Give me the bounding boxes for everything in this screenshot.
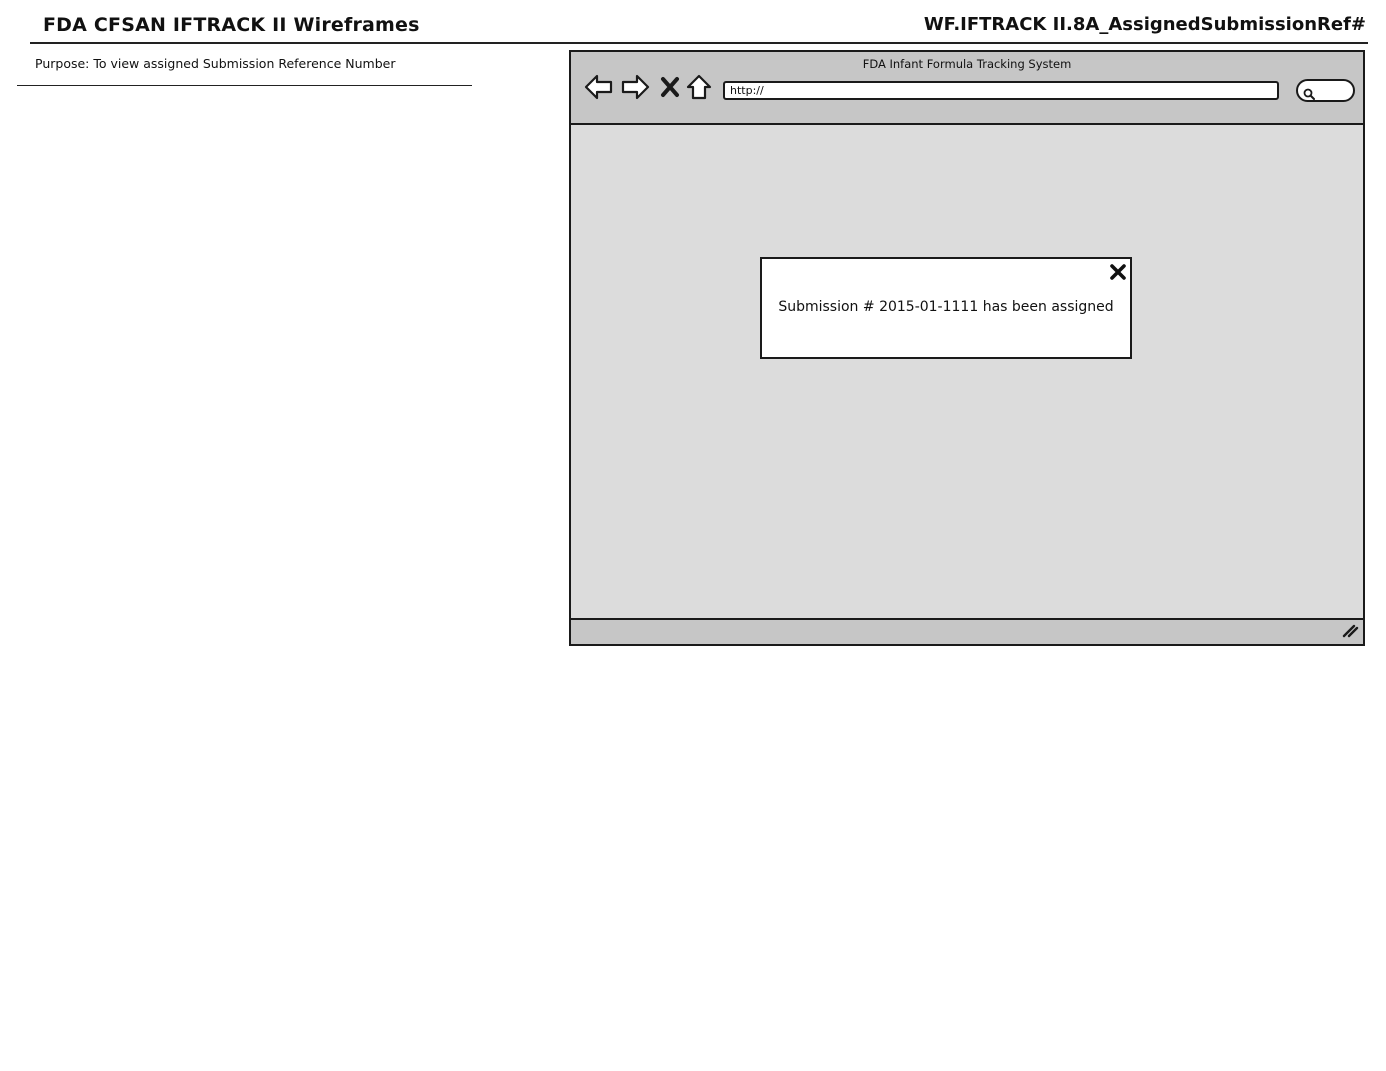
- header-divider: [30, 42, 1368, 44]
- forward-arrow-icon[interactable]: [619, 72, 651, 102]
- document-reference: WF.IFTRACK II.8A_AssignedSubmissionRef#: [923, 14, 1366, 35]
- resize-grip-icon[interactable]: [1341, 622, 1359, 642]
- search-button[interactable]: [1296, 79, 1355, 102]
- url-input[interactable]: http://: [723, 81, 1279, 100]
- browser-status-bar: [571, 618, 1363, 644]
- purpose-text: Purpose: To view assigned Submission Ref…: [35, 56, 396, 71]
- assignment-dialog: Submission # 2015-01-1111 has been assig…: [760, 257, 1132, 359]
- window-title: FDA Infant Formula Tracking System: [862, 57, 1072, 71]
- home-icon[interactable]: [683, 72, 715, 102]
- document-title: FDA CFSAN IFTRACK II Wireframes: [43, 14, 420, 36]
- search-icon: [1303, 85, 1315, 104]
- back-arrow-icon[interactable]: [583, 72, 615, 102]
- browser-window: FDA Infant Formula Tracking System http:…: [569, 50, 1365, 646]
- dialog-message: Submission # 2015-01-1111 has been assig…: [778, 299, 1114, 315]
- purpose-divider: [17, 85, 472, 86]
- browser-toolbar: FDA Infant Formula Tracking System http:…: [571, 52, 1363, 125]
- stop-icon[interactable]: [654, 72, 686, 102]
- browser-content-area: Submission # 2015-01-1111 has been assig…: [571, 125, 1363, 618]
- wireframe-page: FDA CFSAN IFTRACK II Wireframes WF.IFTRA…: [0, 0, 1386, 1071]
- close-icon[interactable]: [1108, 262, 1128, 282]
